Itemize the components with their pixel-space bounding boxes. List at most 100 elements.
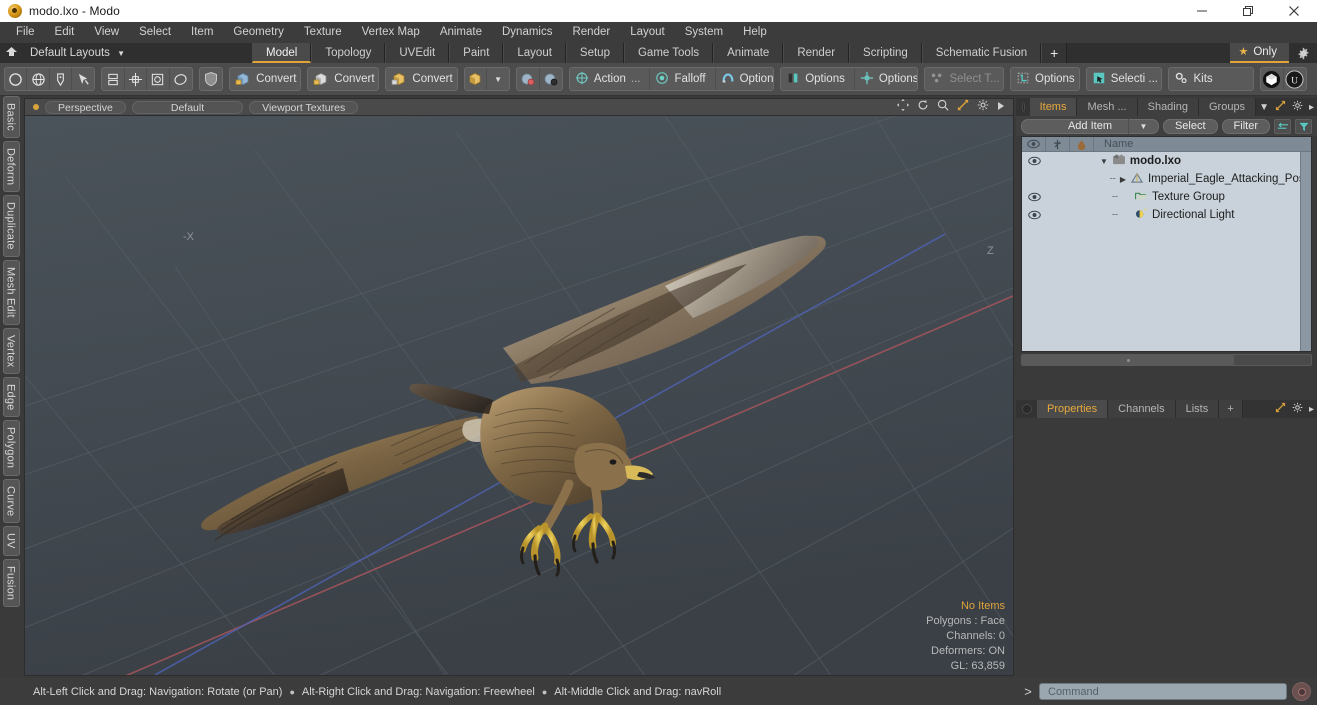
layout-tab-render[interactable]: Render (783, 43, 850, 63)
viewport-dot[interactable] (33, 104, 39, 110)
globe-icon[interactable] (27, 68, 50, 90)
ellipse-icon[interactable] (170, 68, 192, 90)
cursor-arrow-icon[interactable] (72, 68, 94, 90)
left-tab-curve[interactable]: Curve (2, 478, 20, 523)
select-button[interactable]: Select (1162, 118, 1218, 134)
layout-tab-schematic-fusion[interactable]: Schematic Fusion (921, 43, 1042, 63)
row-visibility-toggle[interactable] (1022, 210, 1046, 220)
left-tab-polygon[interactable]: Polygon (2, 420, 20, 476)
add-layout-tab-button[interactable]: + (1041, 43, 1068, 63)
mirror-icon[interactable] (102, 68, 125, 90)
only-toggle-button[interactable]: ★ Only (1230, 43, 1289, 63)
menu-item-dynamics[interactable]: Dynamics (492, 22, 562, 43)
rotate-icon[interactable] (917, 98, 929, 116)
viewport-settings-icon[interactable] (977, 98, 989, 116)
left-tab-edge[interactable]: Edge (2, 376, 20, 418)
snap-options-button[interactable]: Options (716, 68, 773, 90)
zoom-icon[interactable] (937, 98, 949, 116)
viewport-style-button[interactable]: Default (131, 100, 244, 114)
left-tab-duplicate[interactable]: Duplicate (2, 195, 20, 257)
command-input[interactable]: Command (1039, 683, 1287, 700)
cube-yellow-icon[interactable] (465, 68, 487, 90)
viewport-projection-button[interactable]: Perspective (45, 100, 126, 114)
viewport-textures-button[interactable]: Viewport Textures (249, 100, 359, 114)
pan-icon[interactable] (897, 98, 909, 116)
row-visibility-toggle[interactable] (1022, 156, 1046, 166)
tab-properties[interactable]: Properties (1037, 400, 1109, 418)
tab-channels[interactable]: Channels (1108, 400, 1176, 418)
menu-item-help[interactable]: Help (733, 22, 777, 43)
pen-icon[interactable] (50, 68, 73, 90)
chevron-down-icon[interactable]: ▼ (487, 68, 509, 90)
array-icon[interactable] (125, 68, 148, 90)
tab-mesh[interactable]: Mesh ... (1077, 98, 1138, 116)
menu-item-edit[interactable]: Edit (45, 22, 85, 43)
sphere-paint-2-icon[interactable] (540, 68, 562, 90)
item-tree-hscrollbar[interactable] (1021, 354, 1312, 366)
table-row[interactable]: ╌ Directional Light (1022, 206, 1311, 224)
twisty-right-icon[interactable]: ▶ (1120, 175, 1126, 184)
kits-button[interactable]: Kits (1169, 68, 1253, 90)
more-icon[interactable] (997, 98, 1005, 116)
menu-item-render[interactable]: Render (562, 22, 620, 43)
twisty-down-icon[interactable]: ▼ (1100, 157, 1108, 166)
add-properties-tab-button[interactable]: + (1219, 400, 1243, 418)
modo-badge-icon[interactable] (1261, 68, 1284, 90)
gear-icon[interactable] (1289, 100, 1306, 114)
falloff-button[interactable]: Falloff (650, 68, 716, 90)
funnel-icon[interactable] (1295, 118, 1312, 134)
left-tab-vertex[interactable]: Vertex (2, 327, 20, 374)
gear-icon[interactable] (1289, 43, 1317, 63)
layout-tab-animate[interactable]: Animate (713, 43, 784, 63)
layout-selector[interactable]: Default Layouts ▼ (22, 47, 252, 59)
sphere-paint-icon[interactable] (517, 68, 540, 90)
close-icon[interactable] (1271, 0, 1317, 22)
select-options-button[interactable]: Options (1011, 68, 1079, 90)
panel-dot[interactable] (1022, 102, 1025, 112)
layout-tab-game-tools[interactable]: Game Tools (623, 43, 714, 63)
chevron-down-icon[interactable]: ▼ (1256, 102, 1272, 113)
action-center-button[interactable]: Action ... (570, 68, 651, 90)
convert-button-3[interactable]: Convert (386, 68, 456, 90)
layout-tab-scripting[interactable]: Scripting (849, 43, 922, 63)
circle-icon[interactable] (5, 68, 28, 90)
tab-items[interactable]: Items (1029, 98, 1078, 116)
expand-icon[interactable] (1272, 100, 1289, 114)
unreal-badge-icon[interactable]: U (1284, 68, 1306, 90)
left-tab-uv[interactable]: UV (2, 525, 20, 556)
menu-item-item[interactable]: Item (181, 22, 223, 43)
layout-tab-layout[interactable]: Layout (503, 43, 566, 63)
framed-circle-icon[interactable] (147, 68, 170, 90)
more-icon[interactable]: ▸ (1306, 102, 1317, 113)
menu-item-vertex-map[interactable]: Vertex Map (352, 22, 430, 43)
table-row[interactable]: ▼ modo.lxo (1022, 152, 1311, 170)
swap-icon[interactable] (1274, 118, 1291, 134)
menu-item-texture[interactable]: Texture (294, 22, 352, 43)
layout-tab-paint[interactable]: Paint (449, 43, 504, 63)
maximize-icon[interactable] (1225, 0, 1271, 22)
menu-item-system[interactable]: System (675, 22, 733, 43)
selection-button[interactable]: Selecti ... (1087, 68, 1162, 90)
add-item-button[interactable]: Add Item ▼ (1021, 118, 1159, 134)
menu-item-animate[interactable]: Animate (430, 22, 492, 43)
convert-button-2[interactable]: Convert (308, 68, 378, 90)
minimize-icon[interactable] (1179, 0, 1225, 22)
item-tree[interactable]: Name ▼ modo.lxo ╌ ▶ Imperial_Eagle_Attac… (1021, 136, 1312, 352)
symmetry-options-button[interactable]: Options (781, 68, 855, 90)
table-row[interactable]: ╌ ▶ Imperial_Eagle_Attacking_Pose (1022, 170, 1311, 188)
menu-item-geometry[interactable]: Geometry (223, 22, 294, 43)
left-tab-mesh-edit[interactable]: Mesh Edit (2, 259, 20, 325)
tab-shading[interactable]: Shading (1137, 98, 1199, 116)
expand-icon[interactable] (1272, 402, 1289, 416)
layout-tab-setup[interactable]: Setup (565, 43, 624, 63)
more-icon[interactable]: ▸ (1306, 404, 1317, 415)
filter-button[interactable]: Filter (1221, 118, 1270, 134)
layout-tab-uvedit[interactable]: UVEdit (385, 43, 450, 63)
workplane-options-button[interactable]: Options (855, 68, 917, 90)
menu-item-select[interactable]: Select (129, 22, 181, 43)
tab-lists[interactable]: Lists (1175, 400, 1220, 418)
menu-item-layout[interactable]: Layout (620, 22, 675, 43)
menu-item-file[interactable]: File (6, 22, 45, 43)
table-row[interactable]: ╌ Texture Group (1022, 188, 1311, 206)
left-tab-deform[interactable]: Deform (2, 140, 20, 193)
